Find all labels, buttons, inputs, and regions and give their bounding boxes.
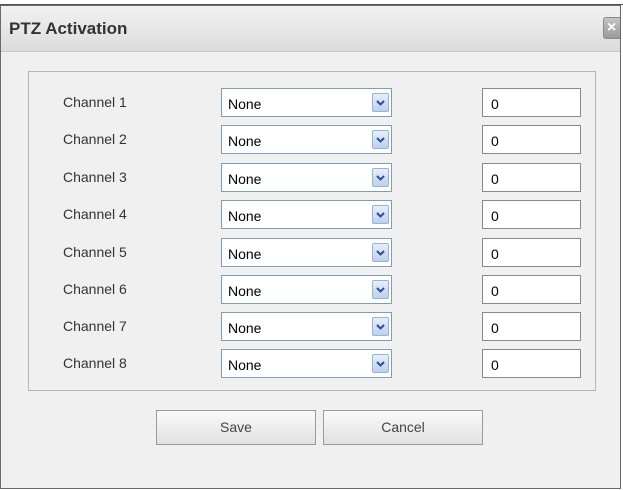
input-value: 0	[491, 283, 499, 299]
channel-row-4: Channel 4 None 0	[29, 200, 595, 230]
channel-row-1: Channel 1 None 0	[29, 88, 595, 118]
select-value: None	[228, 320, 262, 336]
channel-row-7: Channel 7 None 0	[29, 312, 595, 342]
close-button[interactable]: ×	[603, 17, 620, 39]
cancel-button[interactable]: Cancel	[323, 410, 483, 445]
channel-panel: Channel 1 None 0 Channel 2 None 0 Channe…	[28, 71, 596, 391]
chevron-down-icon[interactable]	[372, 243, 389, 262]
channel-label: Channel 2	[63, 131, 127, 147]
channel-label: Channel 1	[63, 94, 127, 110]
save-button[interactable]: Save	[156, 410, 316, 445]
channel-value-input[interactable]: 0	[482, 312, 581, 341]
select-value: None	[228, 357, 262, 373]
channel-value-input[interactable]: 0	[482, 349, 581, 378]
channel-label: Channel 3	[63, 169, 127, 185]
input-value: 0	[491, 320, 499, 336]
dialog-titlebar: PTZ Activation ×	[1, 6, 620, 52]
select-value: None	[228, 208, 262, 224]
channel-type-select[interactable]: None	[221, 275, 392, 304]
ptz-activation-dialog: PTZ Activation × Channel 1 None 0 Channe…	[0, 5, 621, 489]
channel-label: Channel 6	[63, 281, 127, 297]
chevron-down-icon[interactable]	[372, 168, 389, 187]
channel-value-input[interactable]: 0	[482, 88, 581, 117]
channel-label: Channel 4	[63, 206, 127, 222]
channel-type-select[interactable]: None	[221, 88, 392, 117]
channel-label: Channel 5	[63, 244, 127, 260]
chevron-down-icon[interactable]	[372, 93, 389, 112]
select-value: None	[228, 283, 262, 299]
select-value: None	[228, 171, 262, 187]
channel-row-5: Channel 5 None 0	[29, 238, 595, 268]
channel-value-input[interactable]: 0	[482, 238, 581, 267]
channel-value-input[interactable]: 0	[482, 163, 581, 192]
dialog-title: PTZ Activation	[9, 19, 128, 38]
input-value: 0	[491, 208, 499, 224]
channel-row-2: Channel 2 None 0	[29, 125, 595, 155]
channel-type-select[interactable]: None	[221, 349, 392, 378]
select-value: None	[228, 246, 262, 262]
input-value: 0	[491, 246, 499, 262]
channel-type-select[interactable]: None	[221, 125, 392, 154]
chevron-down-icon[interactable]	[372, 205, 389, 224]
chevron-down-icon[interactable]	[372, 354, 389, 373]
chevron-down-icon[interactable]	[372, 317, 389, 336]
channel-type-select[interactable]: None	[221, 238, 392, 267]
chevron-down-icon[interactable]	[372, 130, 389, 149]
channel-value-input[interactable]: 0	[482, 275, 581, 304]
input-value: 0	[491, 171, 499, 187]
channel-row-6: Channel 6 None 0	[29, 275, 595, 305]
channel-type-select[interactable]: None	[221, 312, 392, 341]
close-icon: ×	[607, 19, 617, 36]
chevron-down-icon[interactable]	[372, 280, 389, 299]
channel-type-select[interactable]: None	[221, 200, 392, 229]
select-value: None	[228, 96, 262, 112]
channel-type-select[interactable]: None	[221, 163, 392, 192]
input-value: 0	[491, 133, 499, 149]
channel-label: Channel 7	[63, 318, 127, 334]
channel-value-input[interactable]: 0	[482, 200, 581, 229]
select-value: None	[228, 133, 262, 149]
channel-row-3: Channel 3 None 0	[29, 163, 595, 193]
channel-label: Channel 8	[63, 355, 127, 371]
input-value: 0	[491, 96, 499, 112]
input-value: 0	[491, 357, 499, 373]
channel-value-input[interactable]: 0	[482, 125, 581, 154]
channel-row-8: Channel 8 None 0	[29, 349, 595, 379]
